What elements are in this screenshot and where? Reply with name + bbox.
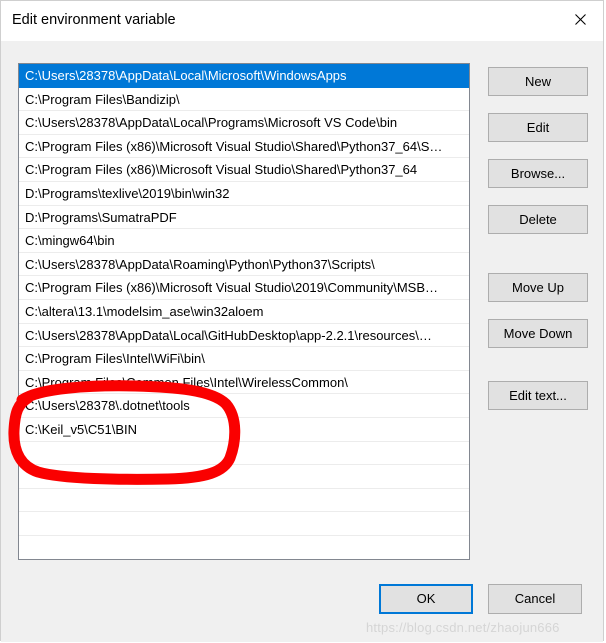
page-title: Edit environment variable <box>12 12 176 28</box>
list-item[interactable]: D:\Programs\texlive\2019\bin\win32 <box>19 182 469 206</box>
list-item[interactable] <box>19 512 469 536</box>
close-icon[interactable] <box>557 1 603 37</box>
list-item[interactable]: C:\Users\28378\AppData\Local\Programs\Mi… <box>19 111 469 135</box>
ok-button[interactable]: OK <box>379 584 473 614</box>
delete-button[interactable]: Delete <box>488 205 588 234</box>
list-item[interactable] <box>19 465 469 489</box>
dialog-body: C:\Users\28378\AppData\Local\Microsoft\W… <box>1 41 603 642</box>
edit-environment-variable-dialog: Edit environment variable C:\Users\28378… <box>0 0 604 642</box>
move-up-button[interactable]: Move Up <box>488 273 588 302</box>
edit-text-button[interactable]: Edit text... <box>488 381 588 410</box>
list-item[interactable]: D:\Programs\SumatraPDF <box>19 206 469 230</box>
list-item[interactable]: C:\Users\28378\AppData\Local\Microsoft\W… <box>19 64 469 88</box>
path-list[interactable]: C:\Users\28378\AppData\Local\Microsoft\W… <box>18 63 470 560</box>
list-item[interactable]: C:\altera\13.1\modelsim_ase\win32aloem <box>19 300 469 324</box>
list-item[interactable]: C:\Program Files (x86)\Microsoft Visual … <box>19 158 469 182</box>
list-item[interactable]: C:\Users\28378\AppData\Local\GitHubDeskt… <box>19 324 469 348</box>
list-item[interactable]: C:\Program Files\Intel\WiFi\bin\ <box>19 347 469 371</box>
title-bar: Edit environment variable <box>1 1 603 41</box>
new-button[interactable]: New <box>488 67 588 96</box>
list-item[interactable]: C:\Keil_v5\C51\BIN <box>19 418 469 442</box>
edit-button[interactable]: Edit <box>488 113 588 142</box>
list-item[interactable]: C:\Program Files (x86)\Microsoft Visual … <box>19 276 469 300</box>
list-item[interactable] <box>19 442 469 466</box>
cancel-button[interactable]: Cancel <box>488 584 582 614</box>
browse-button[interactable]: Browse... <box>488 159 588 188</box>
list-item[interactable]: C:\mingw64\bin <box>19 229 469 253</box>
list-item[interactable]: C:\Users\28378\AppData\Roaming\Python\Py… <box>19 253 469 277</box>
list-item[interactable]: C:\Program Files (x86)\Microsoft Visual … <box>19 135 469 159</box>
list-item[interactable]: C:\Users\28378\.dotnet\tools <box>19 394 469 418</box>
list-item[interactable]: C:\Program Files\Common Files\Intel\Wire… <box>19 371 469 395</box>
list-item[interactable]: C:\Program Files\Bandizip\ <box>19 88 469 112</box>
list-item[interactable] <box>19 489 469 513</box>
move-down-button[interactable]: Move Down <box>488 319 588 348</box>
watermark-text: https://blog.csdn.net/zhaojun666 <box>366 620 560 635</box>
